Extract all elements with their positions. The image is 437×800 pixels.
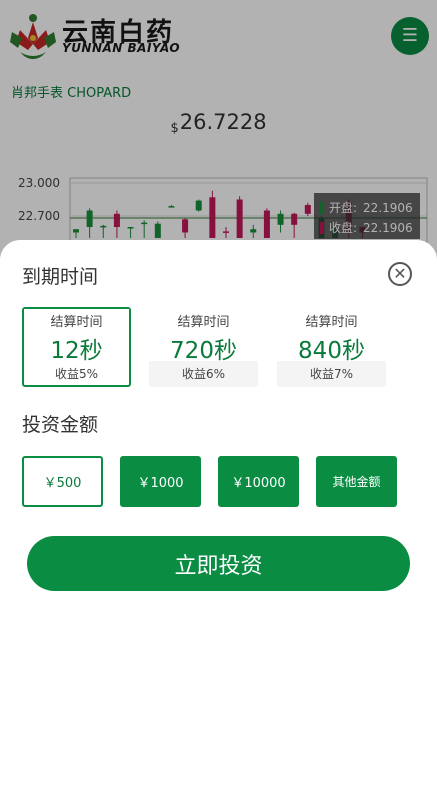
amount-option-10000[interactable]: ￥10000 [218, 456, 299, 507]
duration-rate: 收益7% [309, 367, 354, 381]
duration-label: 结算时间 [177, 315, 230, 330]
invest-bottom-sheet: 到期时间 ✕ 结算时间 12秒 收益5% 结算时间 720秒 收益6% 结算时间… [0, 240, 437, 800]
duration-option-720s[interactable]: 结算时间 720秒 收益6% [149, 307, 258, 387]
duration-label: 结算时间 [305, 315, 358, 330]
duration-option-840s[interactable]: 结算时间 840秒 收益7% [277, 307, 386, 387]
duration-value: 720秒 [170, 338, 237, 364]
duration-value: 12秒 [50, 338, 103, 364]
duration-option-12s[interactable]: 结算时间 12秒 收益5% [22, 307, 131, 387]
amount-option-other[interactable]: 其他金额 [316, 456, 397, 507]
close-icon: ✕ [393, 264, 407, 283]
investment-amount-title: 投资金额 [22, 414, 99, 436]
amount-option-1000[interactable]: ￥1000 [120, 456, 201, 507]
expiry-time-title: 到期时间 [22, 266, 99, 288]
amount-option-500[interactable]: ￥500 [22, 456, 103, 507]
duration-value: 840秒 [298, 338, 365, 364]
close-button[interactable]: ✕ [388, 262, 412, 286]
invest-now-button[interactable]: 立即投资 [27, 536, 410, 591]
duration-rate: 收益5% [54, 367, 99, 381]
duration-rate: 收益6% [181, 367, 226, 381]
duration-label: 结算时间 [50, 315, 103, 330]
